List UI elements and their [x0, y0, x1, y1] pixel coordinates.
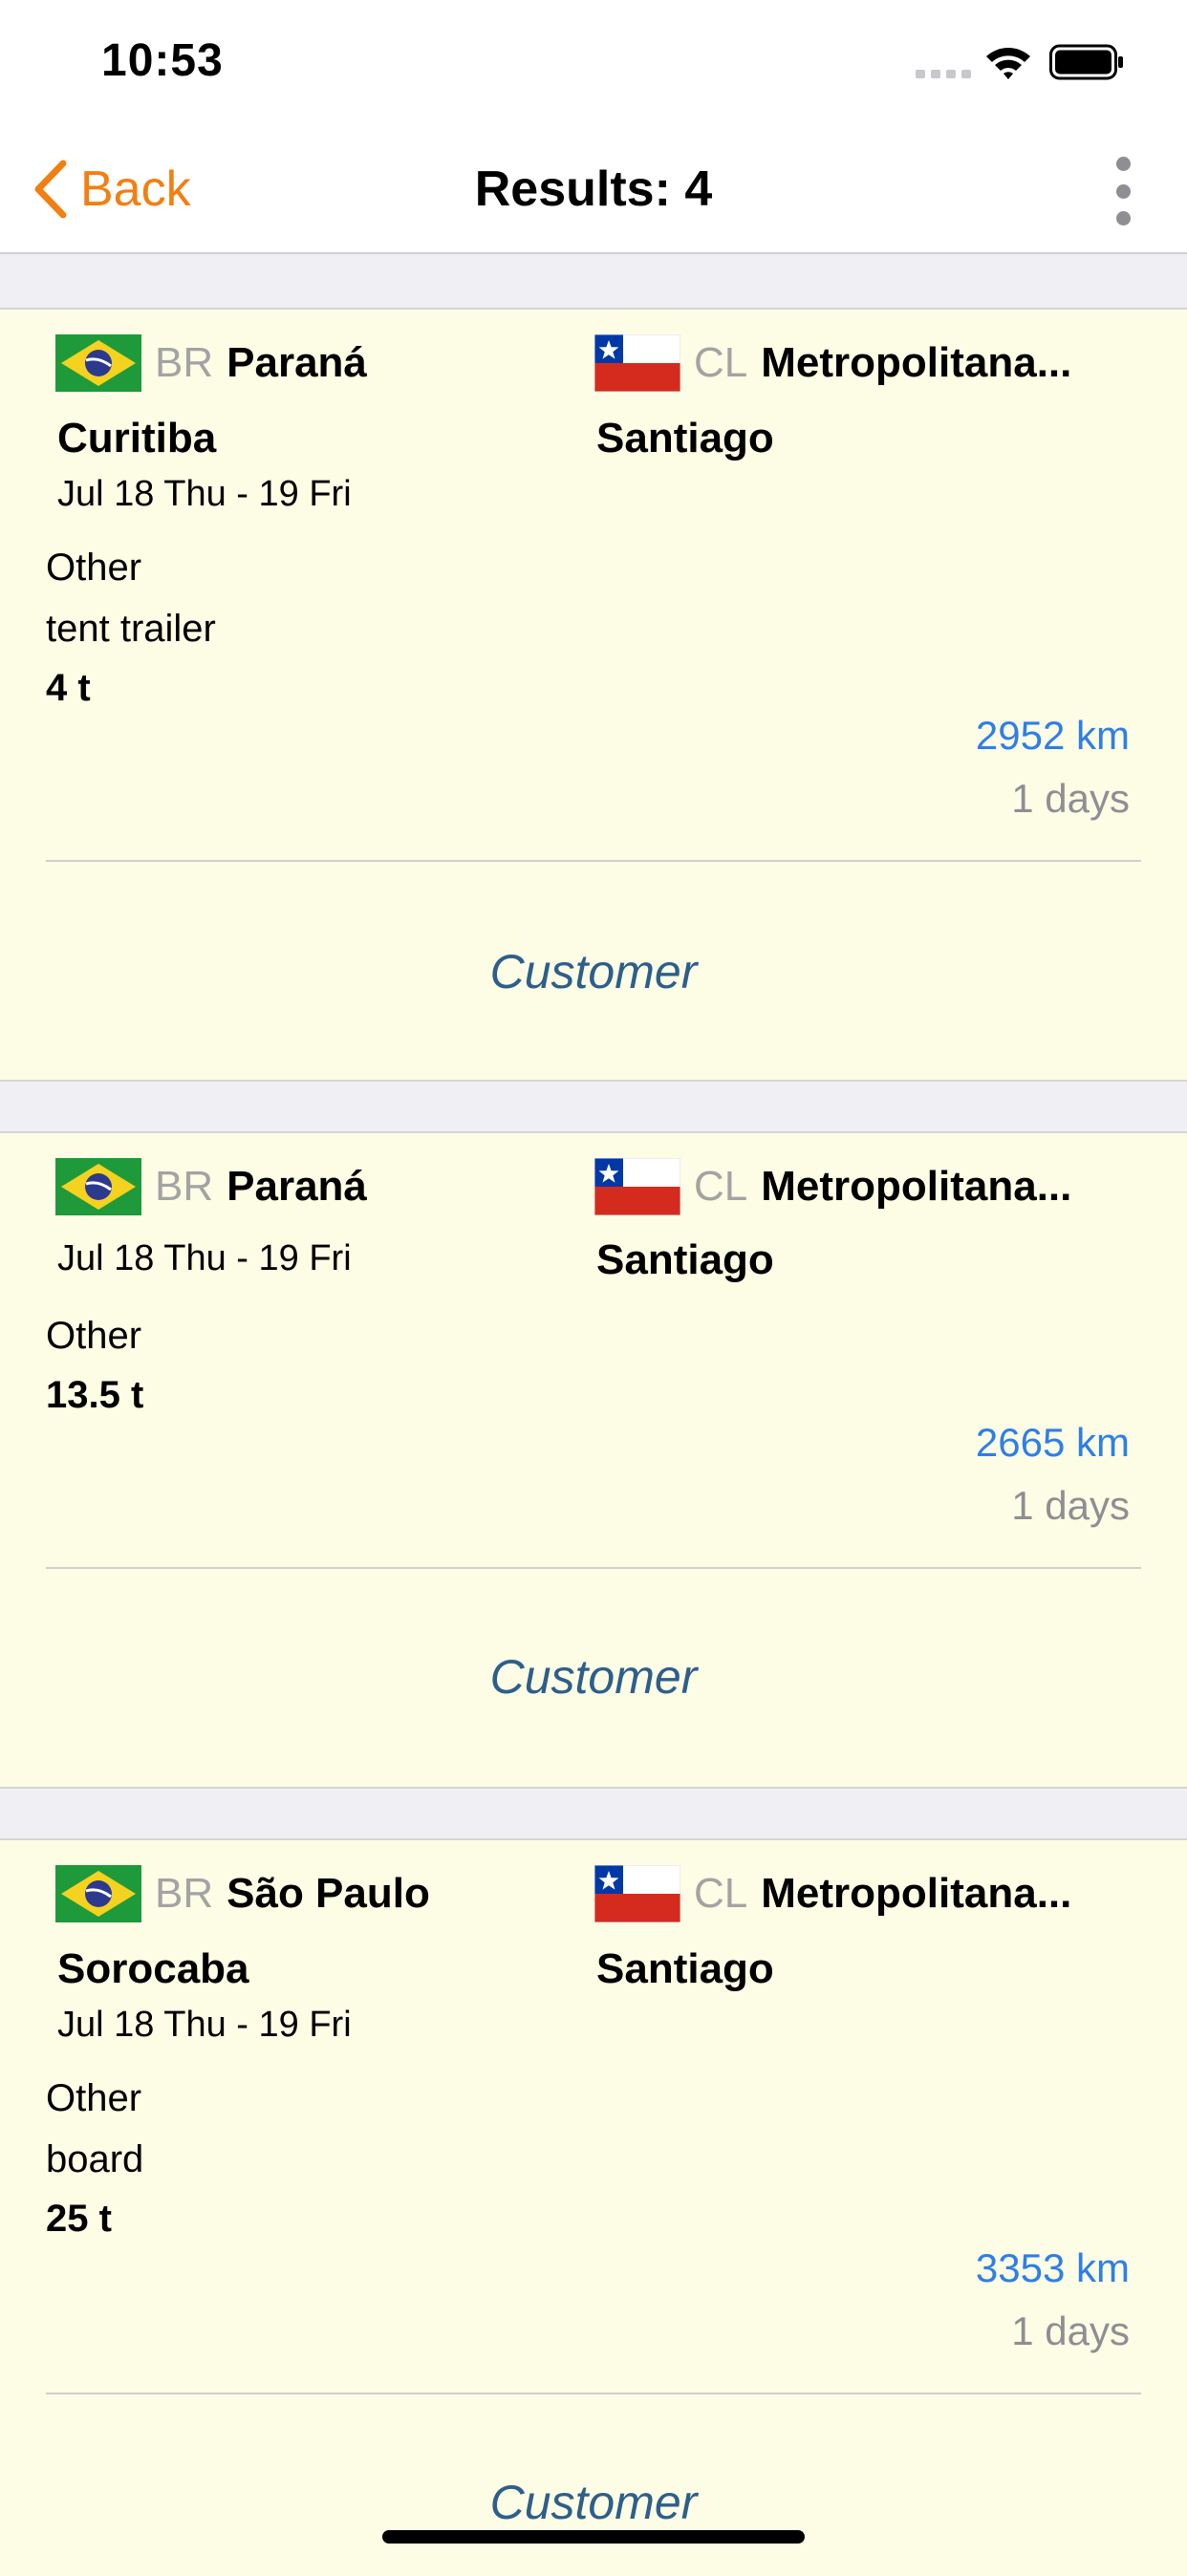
- origin-country-code: BR: [155, 1870, 214, 1917]
- load-dates: Jul 18 Thu - 19 Fri: [57, 474, 352, 514]
- chile-flag-icon: [594, 1158, 680, 1215]
- result-card[interactable]: BR Paraná CL Metropolitana... Santiago J…: [0, 1131, 1187, 1789]
- customer-link[interactable]: Customer: [0, 1649, 1187, 1705]
- cargo-type: Other: [46, 1315, 142, 1357]
- body-type: tent trailer: [46, 608, 216, 650]
- home-indicator[interactable]: [382, 2530, 805, 2544]
- origin-country-code: BR: [155, 1163, 214, 1210]
- brazil-flag-icon: [55, 334, 141, 392]
- more-dot-icon: [1115, 183, 1131, 199]
- origin-country-code: BR: [155, 339, 214, 386]
- destination-location: CL Metropolitana...: [694, 1156, 1071, 1217]
- route-duration: 1 days: [1011, 1483, 1130, 1528]
- result-card[interactable]: BR Paraná CL Metropolitana... Curitiba S…: [0, 308, 1187, 1082]
- origin-region: São Paulo: [227, 1870, 430, 1917]
- battery-icon: [1049, 44, 1123, 80]
- divider: [46, 1567, 1141, 1569]
- route-distance: 2665 km: [975, 1420, 1130, 1465]
- origin-city: Curitiba: [57, 415, 217, 462]
- page-title: Results: 4: [474, 161, 713, 217]
- route-distance: 3353 km: [975, 2245, 1130, 2290]
- chile-flag-icon: [594, 1865, 680, 1922]
- origin-region: Paraná: [227, 1163, 367, 1210]
- destination-region: Metropolitana...: [761, 1870, 1072, 1917]
- destination-country-code: CL: [694, 1870, 748, 1917]
- navigation-bar: Back Results: 4: [0, 126, 1187, 254]
- status-time: 10:53: [101, 35, 224, 86]
- cargo-type: Other: [46, 2077, 142, 2119]
- chile-flag-icon: [594, 334, 680, 392]
- load-dates: Jul 18 Thu - 19 Fri: [57, 2005, 352, 2045]
- destination-city: Santiago: [596, 1945, 774, 1992]
- destination-country-code: CL: [694, 339, 748, 386]
- destination-region: Metropolitana...: [761, 339, 1072, 386]
- route-duration: 1 days: [1011, 776, 1130, 821]
- destination-location: CL Metropolitana...: [694, 1863, 1071, 1924]
- origin-location: BR Paraná: [155, 333, 367, 394]
- cellular-signal-icon: [916, 70, 971, 78]
- more-options-button[interactable]: [1107, 155, 1139, 227]
- origin-city: Sorocaba: [57, 1945, 249, 1992]
- wifi-icon: [986, 48, 1030, 79]
- destination-city: Santiago: [596, 415, 774, 462]
- body-type: board: [46, 2138, 144, 2180]
- origin-location: BR Paraná: [155, 1156, 367, 1217]
- load-dates: Jul 18 Thu - 19 Fri: [57, 1238, 352, 1278]
- destination-location: CL Metropolitana...: [694, 333, 1071, 394]
- cargo-type: Other: [46, 547, 142, 589]
- customer-link[interactable]: Customer: [0, 944, 1187, 999]
- brazil-flag-icon: [55, 1865, 141, 1922]
- divider: [46, 2393, 1141, 2394]
- more-dot-icon: [1115, 157, 1131, 171]
- destination-city: Santiago: [596, 1236, 774, 1283]
- customer-link[interactable]: Customer: [0, 2475, 1187, 2530]
- more-dot-icon: [1115, 211, 1131, 225]
- brazil-flag-icon: [55, 1158, 141, 1215]
- cargo-weight: 25 t: [46, 2198, 112, 2240]
- route-duration: 1 days: [1011, 2308, 1130, 2353]
- cargo-weight: 4 t: [46, 667, 91, 709]
- route-distance: 2952 km: [975, 713, 1130, 758]
- destination-country-code: CL: [694, 1163, 748, 1210]
- result-card[interactable]: BR São Paulo CL Metropolitana... Sorocab…: [0, 1838, 1187, 2576]
- status-bar: 10:53: [0, 0, 1187, 126]
- destination-region: Metropolitana...: [761, 1163, 1072, 1210]
- origin-region: Paraná: [227, 339, 367, 386]
- cargo-weight: 13.5 t: [46, 1374, 144, 1416]
- divider: [46, 860, 1141, 862]
- origin-location: BR São Paulo: [155, 1863, 430, 1924]
